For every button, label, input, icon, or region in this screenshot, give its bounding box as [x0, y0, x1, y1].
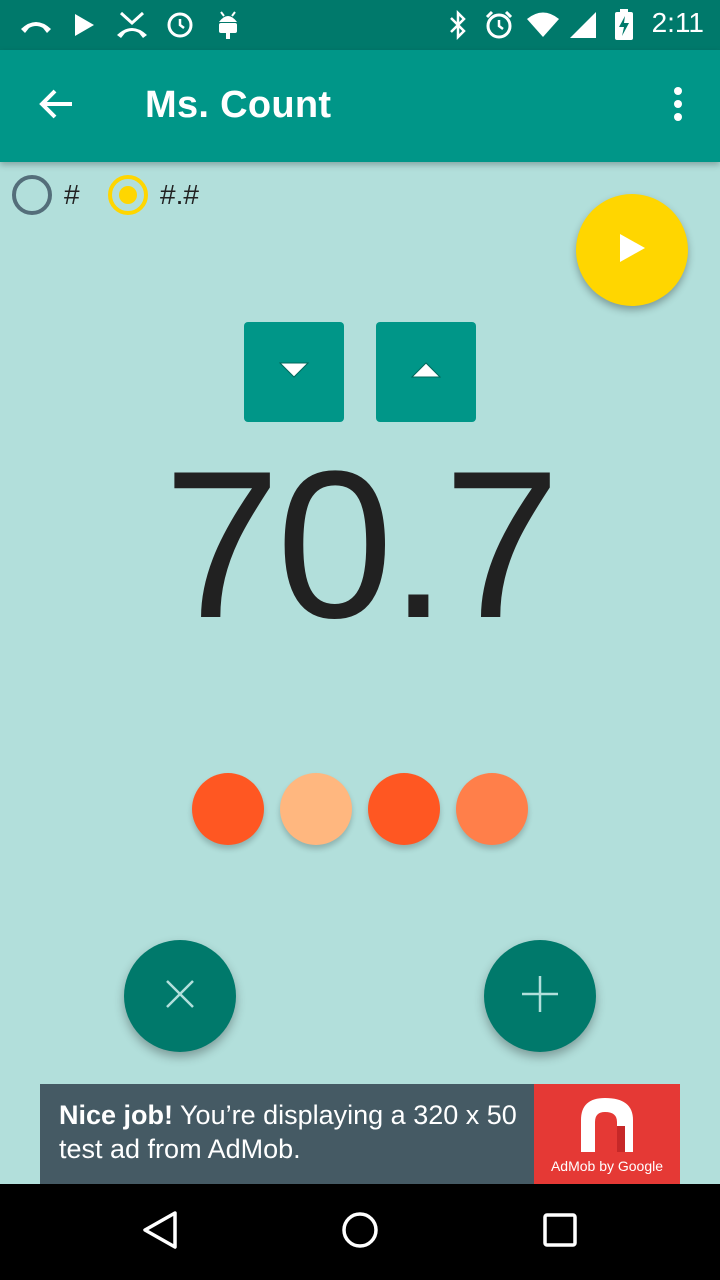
- nav-back-button[interactable]: [130, 1208, 190, 1256]
- radio-integer-format[interactable]: #: [12, 174, 80, 216]
- nav-recents-button[interactable]: [530, 1208, 590, 1256]
- indicator-dot: [456, 773, 528, 845]
- cell-signal-icon: [568, 10, 598, 40]
- call-end-icon: [114, 10, 150, 40]
- admob-icon: [575, 1094, 639, 1159]
- clear-button[interactable]: [124, 940, 236, 1052]
- increment-button[interactable]: [376, 322, 476, 422]
- close-icon: [164, 978, 196, 1015]
- radio-label: #.#: [160, 179, 199, 210]
- recents-square-icon: [542, 1212, 578, 1253]
- clock-time: 2:11: [651, 7, 704, 38]
- missed-call-icon: [18, 10, 54, 40]
- home-circle-icon: [340, 1210, 380, 1255]
- play-button[interactable]: [576, 194, 688, 306]
- add-icon: [521, 975, 559, 1018]
- android-icon: [214, 10, 242, 40]
- alarm-icon: [484, 10, 514, 40]
- wifi-icon: [526, 10, 560, 40]
- radio-label: #: [64, 179, 80, 210]
- ad-headline: Nice job!: [59, 1100, 174, 1130]
- add-button[interactable]: [484, 940, 596, 1052]
- app-bar: Ms. Count: [0, 50, 720, 162]
- arrow-down-icon: [278, 361, 310, 384]
- navigation-bar: [0, 1184, 720, 1280]
- page-title: Ms. Count: [145, 84, 332, 126]
- more-vert-icon: [673, 86, 683, 126]
- indicator-dot: [368, 773, 440, 845]
- play-icon: [617, 232, 647, 269]
- ad-banner[interactable]: Nice job! You’re displaying a 320 x 50 t…: [40, 1084, 680, 1184]
- admob-logo: AdMob by Google: [534, 1084, 680, 1184]
- back-button[interactable]: [24, 78, 88, 134]
- nav-back-icon: [141, 1210, 179, 1255]
- radio-checked-icon: [108, 175, 148, 215]
- overflow-menu-button[interactable]: [658, 78, 698, 134]
- radio-unchecked-icon: [12, 175, 52, 215]
- arrow-back-icon: [38, 88, 74, 125]
- play-store-icon: [72, 10, 96, 40]
- indicator-dot: [280, 773, 352, 845]
- ad-text: Nice job! You’re displaying a 320 x 50 t…: [59, 1098, 539, 1166]
- bluetooth-icon: [446, 10, 470, 40]
- radio-decimal-format[interactable]: #.#: [108, 174, 199, 216]
- counter-value: 70.7: [163, 427, 561, 662]
- ad-logo-caption: AdMob by Google: [550, 1158, 664, 1174]
- nav-home-button[interactable]: [330, 1208, 390, 1256]
- decrement-button[interactable]: [244, 322, 344, 422]
- indicator-dot: [192, 773, 264, 845]
- status-bar: 2:11: [0, 0, 720, 50]
- arrow-up-icon: [410, 361, 442, 384]
- battery-charging-icon: [612, 9, 636, 40]
- alarm-clock-icon: [166, 10, 194, 40]
